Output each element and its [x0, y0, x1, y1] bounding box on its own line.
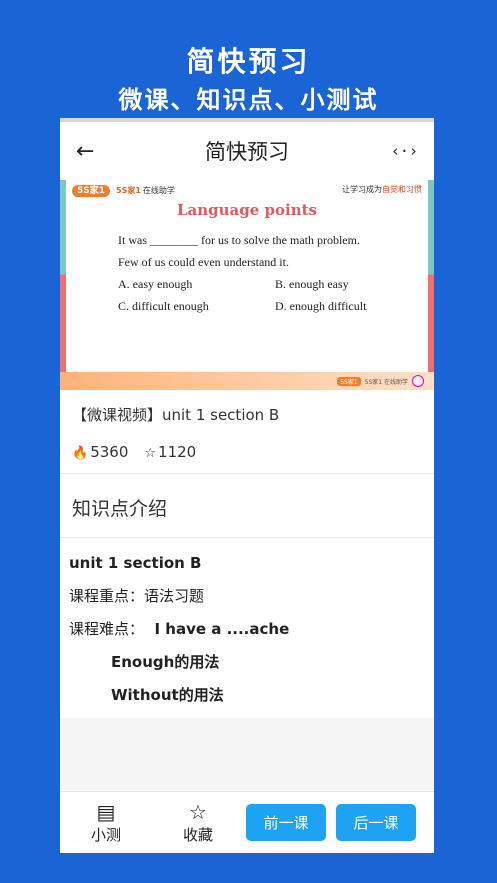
slide-brand: 5S家1 5S家1 在线助学	[72, 183, 175, 197]
knowledge-content: unit 1 section B 课程重点：语法习题 课程难点： I have …	[60, 538, 434, 717]
slide-options: A. easy enough B. enough easy C. difficu…	[118, 273, 428, 317]
tab-collect[interactable]: ☆ 收藏	[152, 800, 244, 845]
tagline-prefix: 让学习成为	[342, 184, 382, 194]
collect-star-icon: ☆	[189, 800, 207, 824]
likes-value: 5360	[90, 443, 129, 461]
app-bar: ← 简快预习 ‹·›	[60, 122, 434, 180]
knowledge-focus: 课程重点：语法习题	[69, 585, 425, 618]
promo-subtitle: 微课、知识点、小测试	[118, 86, 379, 114]
video-info: 【微课视频】unit 1 section B 🔥 5360 ☆ 1120	[60, 390, 434, 474]
fire-icon: 🔥	[72, 446, 89, 461]
option-c: C. difficult enough	[118, 299, 209, 313]
next-lesson-button[interactable]: 后一课	[336, 804, 416, 841]
favorites-count: ☆ 1120	[144, 443, 196, 461]
knowledge-unit: unit 1 section B	[69, 554, 202, 572]
phone-screen: ← 简快预习 ‹·› 5S家1 5S家1 在线助学 让学习成为自觉和习惯 Langu…	[60, 118, 434, 853]
tab-quiz[interactable]: ▤ 小测	[60, 800, 152, 845]
focus-label: 课程重点：	[69, 587, 145, 605]
likes-count: 🔥 5360	[72, 443, 128, 461]
star-icon: ☆	[144, 446, 157, 461]
video-title: 【微课视频】unit 1 section B	[72, 406, 280, 424]
bottom-bar: ▤ 小测 ☆ 收藏 前一课 后一课	[60, 791, 434, 853]
footer-badge-icon	[412, 375, 424, 387]
difficulty-label: 课程难点：	[69, 620, 145, 638]
focus-value: 语法习题	[144, 587, 205, 605]
page-title: 简快预习	[205, 140, 289, 164]
tagline-highlight: 自觉和习惯	[382, 184, 422, 194]
knowledge-point-1: Enough的用法	[111, 653, 220, 671]
content-spacer	[60, 718, 434, 790]
slide-title: Language points	[176, 201, 317, 219]
brand-name: 5S家1	[116, 185, 141, 195]
difficulty-value: I have a ....ache	[154, 620, 290, 638]
share-icon[interactable]: ‹·›	[388, 142, 418, 160]
slide-sentence-2: Few of us could even understand it.	[118, 255, 289, 269]
footer-brand: 5S家1 在线助学	[364, 378, 408, 386]
option-b: B. enough easy	[275, 277, 349, 291]
slide-tagline: 让学习成为自觉和习惯	[342, 184, 422, 195]
slide-sentence-1: It was ________ for us to solve the math…	[118, 233, 360, 247]
footer-logo: 5S家1	[337, 376, 361, 386]
brand-logo: 5S家1	[72, 184, 111, 197]
brand-sub: 在线助学	[142, 185, 175, 195]
knowledge-point-2: Without的用法	[111, 686, 224, 704]
video-stats: 🔥 5360 ☆ 1120	[72, 443, 422, 461]
option-a: A. easy enough	[118, 277, 193, 291]
slide-header: 5S家1 5S家1 在线助学 让学习成为自觉和习惯	[66, 180, 428, 198]
slide-body: It was ________ for us to solve the math…	[66, 219, 428, 317]
lesson-slide: 5S家1 5S家1 在线助学 让学习成为自觉和习惯 Language points …	[66, 180, 428, 372]
promo-title: 简快预习	[186, 45, 311, 78]
favorites-value: 1120	[158, 443, 197, 461]
knowledge-header: 知识点介绍	[60, 474, 434, 538]
quiz-label: 小测	[90, 826, 121, 844]
prev-lesson-button[interactable]: 前一课	[246, 804, 326, 841]
quiz-icon: ▤	[96, 800, 116, 824]
video-player[interactable]: 5S家1 5S家1 在线助学 让学习成为自觉和习惯 Language points …	[60, 180, 434, 390]
slide-footer: 5S家1 5S家1 在线助学	[60, 372, 434, 390]
collect-label: 收藏	[182, 826, 213, 844]
knowledge-difficulty: 课程难点： I have a ....ache	[69, 618, 425, 651]
option-d: D. enough difficult	[275, 299, 367, 313]
back-arrow-icon[interactable]: ←	[76, 139, 106, 164]
